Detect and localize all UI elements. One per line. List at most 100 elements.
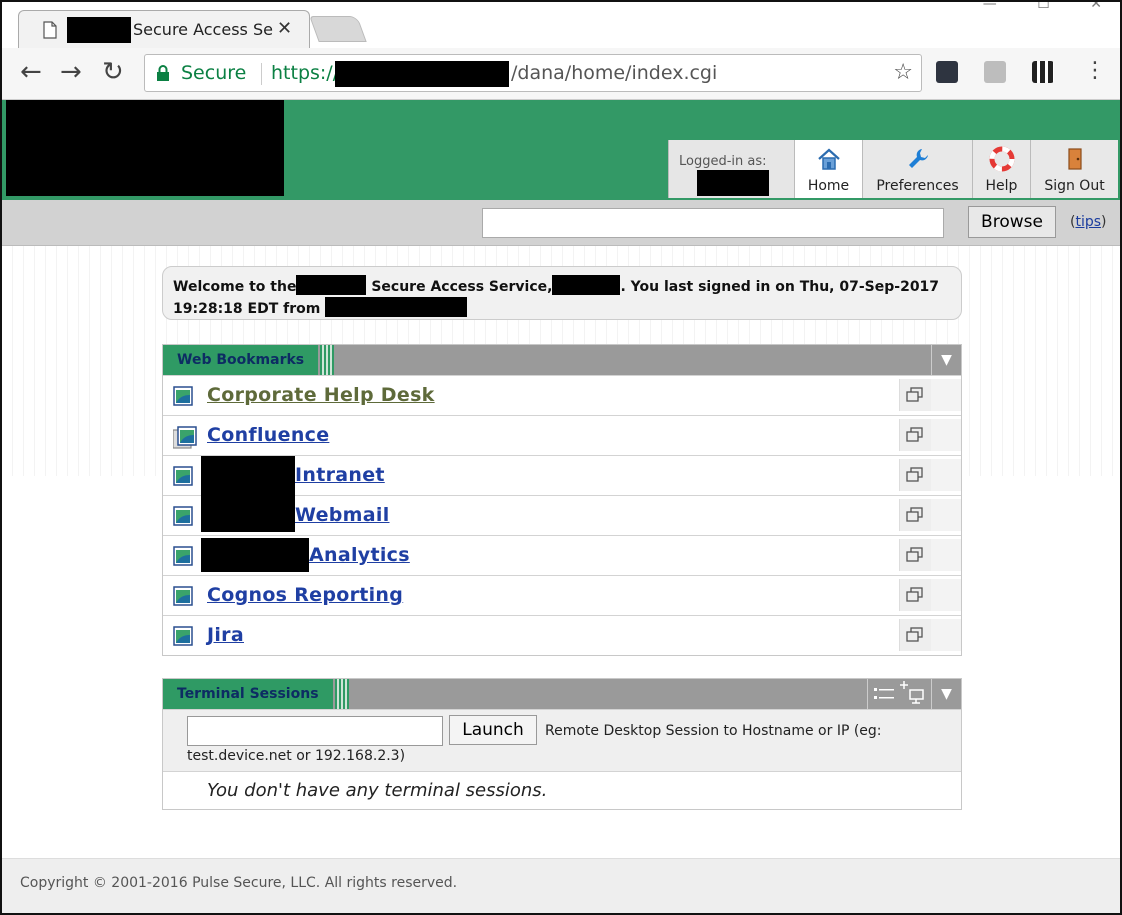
extension-icon[interactable] [984,61,1006,83]
row-cell [931,539,961,571]
bookmark-star-icon[interactable]: ☆ [893,55,913,91]
bookmark-link[interactable]: Jira [207,624,244,646]
web-page-icon [173,386,193,406]
redacted-block [201,456,295,494]
minimize-icon[interactable]: — [983,2,997,12]
new-window-icon [906,427,923,442]
lock-icon [157,65,169,81]
secure-label: Secure [181,62,247,84]
search-input[interactable] [482,208,944,238]
add-session-icon[interactable] [900,680,926,706]
copyright-text: Copyright © 2001-2016 Pulse Secure, LLC.… [20,875,458,891]
bookmark-link[interactable]: Intranet [295,464,385,486]
open-new-window-button[interactable] [899,419,931,451]
nav-help[interactable]: Help [972,140,1030,198]
redacted-block [201,494,295,532]
redacted-block [67,17,131,43]
tab-title: Secure Access Se [133,20,273,39]
tab-strip: Secure Access Se ✕ — ☐ ✕ [2,2,1120,48]
new-window-icon [906,627,923,642]
logged-in-label: Logged-in as: [679,154,767,169]
web-page-icon [173,626,193,646]
web-page-icon [173,546,193,566]
bookmark-row: Analytics [163,535,961,575]
nav-preferences[interactable]: Preferences [862,140,972,198]
bookmark-link[interactable]: Corporate Help Desk [207,384,435,406]
home-icon [817,148,840,170]
door-icon [1067,148,1082,170]
open-new-window-button[interactable] [899,379,931,411]
redacted-block [697,170,769,196]
redacted-block [201,538,309,572]
logo [6,100,284,196]
panel-title: Web Bookmarks [163,345,335,375]
nav-label: Sign Out [1044,178,1105,194]
nav-label: Preferences [876,178,959,194]
new-window-icon [906,507,923,522]
new-window-icon [906,467,923,482]
browser-window: Secure Access Se ✕ — ☐ ✕ ← → ↻ Secure ht… [0,0,1122,915]
url-scheme: https:// [271,62,340,84]
welcome-text: Welcome to the [173,279,297,295]
browse-button[interactable]: Browse [968,206,1056,238]
browser-tab[interactable]: Secure Access Se ✕ [18,10,310,48]
close-tab-icon[interactable]: ✕ [277,18,292,39]
document-icon [43,21,57,39]
bookmark-row: Confluence [163,415,961,455]
list-icon[interactable] [874,686,894,702]
redacted-block [335,61,509,87]
extension-icon[interactable] [936,61,958,83]
chevron-down-icon[interactable]: ▼ [931,345,961,375]
bookmark-row: Intranet [163,455,961,495]
new-window-icon [906,387,923,402]
bookmark-link[interactable]: Cognos Reporting [207,584,403,606]
reload-icon[interactable]: ↻ [102,58,124,86]
row-cell [931,619,961,651]
tips-close-paren: ) [1101,214,1107,230]
menu-icon[interactable]: ⋮ [1084,60,1106,82]
welcome-message: Welcome to the Secure Access Service,. Y… [162,266,962,320]
page-header: Logged-in as: Home Preferences Help Sign… [2,100,1120,200]
bookmark-link[interactable]: Webmail [295,504,390,526]
new-window-icon [906,587,923,602]
forward-icon[interactable]: → [60,58,82,86]
bookmark-row: Webmail [163,494,961,535]
open-new-window-button[interactable] [899,619,931,651]
nav-home[interactable]: Home [794,140,862,198]
web-bookmarks-panel: Web Bookmarks ▼ Corporate Help Desk Conf… [162,344,962,656]
chevron-down-icon[interactable]: ▼ [931,679,961,709]
launch-button[interactable]: Launch [449,715,537,745]
address-bar[interactable]: Secure https:// /dana/home/index.cgi ☆ [144,54,922,92]
panel-header: Web Bookmarks ▼ [163,345,961,375]
hostname-input[interactable] [187,716,443,746]
launch-description: Remote Desktop Session to Hostname or IP… [545,723,882,739]
empty-sessions-message: You don't have any terminal sessions. [163,771,961,809]
row-cell [931,579,961,611]
apps-grid-icon[interactable] [1032,61,1054,83]
back-icon[interactable]: ← [20,58,42,86]
window-close-icon[interactable]: ✕ [1090,2,1102,12]
new-tab-button[interactable] [309,16,367,42]
panel-header: Terminal Sessions ▼ [163,679,961,709]
open-new-window-button[interactable] [899,499,931,531]
open-new-window-button[interactable] [899,579,931,611]
logged-in-box: Logged-in as: [668,140,794,198]
bookmark-row: Corporate Help Desk [163,375,961,415]
open-new-window-button[interactable] [899,459,931,491]
redacted-block [552,275,621,295]
welcome-text: Secure Access Service, [366,279,553,295]
divider [261,63,262,85]
bookmark-link[interactable]: Analytics [309,544,410,566]
redacted-block [325,297,468,317]
nav-sign-out[interactable]: Sign Out [1030,140,1118,198]
panel-actions [867,679,929,709]
panel-title: Terminal Sessions [163,679,349,709]
maximize-icon[interactable]: ☐ [1037,2,1050,12]
bookmark-link[interactable]: Confluence [207,424,329,446]
launch-description: test.device.net or 192.168.2.3) [187,748,406,764]
open-new-window-button[interactable] [899,539,931,571]
tips-link[interactable]: tips [1075,214,1101,230]
url-path: /dana/home/index.cgi [511,62,718,84]
new-window-icon [906,547,923,562]
row-cell [931,499,961,531]
